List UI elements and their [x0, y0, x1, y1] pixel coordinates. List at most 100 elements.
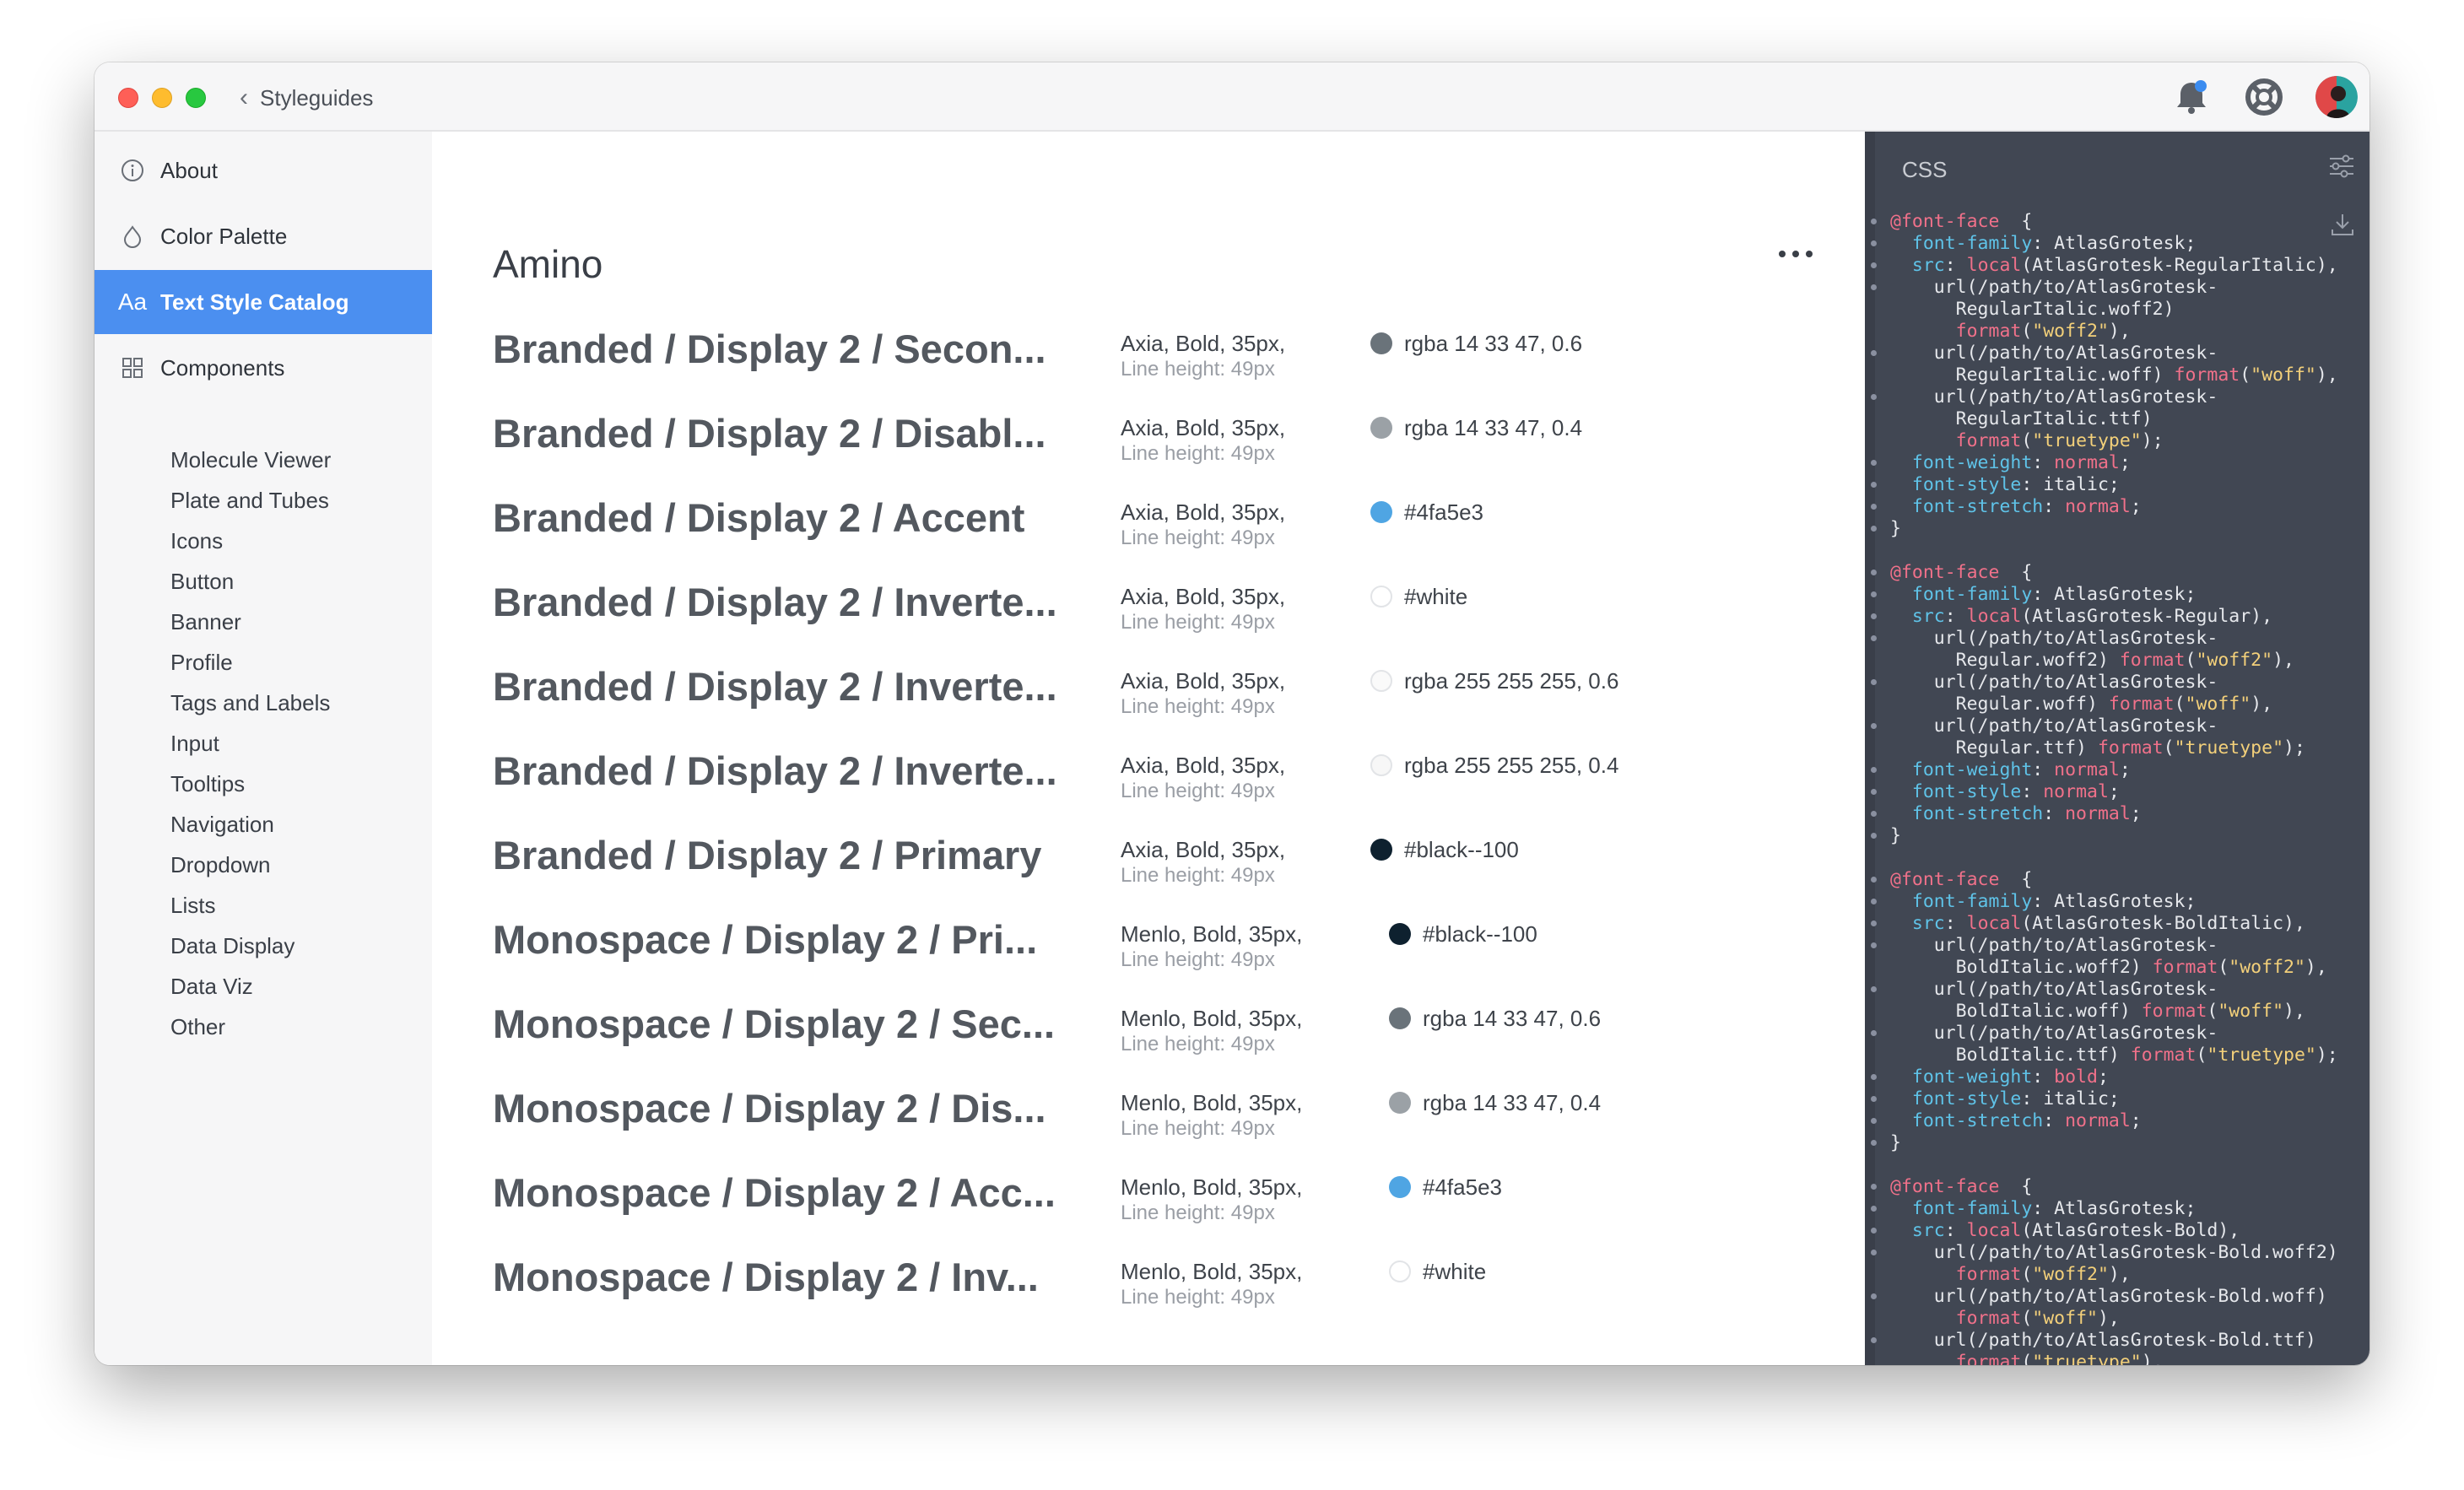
page-title: Amino [493, 242, 603, 286]
text-style-row[interactable]: Branded / Display 2 / Secon... Axia, Bold… [493, 326, 1809, 410]
text-style-row[interactable]: Branded / Display 2 / Inverte... Axia, Bo… [493, 663, 1809, 748]
text-style-row[interactable]: Branded / Display 2 / Inverte... Axia, Bo… [493, 748, 1809, 832]
code-token: src [1890, 913, 1945, 934]
code-line: src: local(AtlasGrotesk-Bold), [1871, 1220, 2363, 1242]
code-token: font-stretch [1890, 803, 2044, 824]
code-line: font-weight: bold; [1871, 1066, 2363, 1088]
code-token: ( [2218, 957, 2229, 978]
text-style-line-height: Line height: 49px [1121, 780, 1275, 802]
sidebar-subitem[interactable]: Button [170, 569, 234, 595]
text-style-row[interactable]: Branded / Display 2 / Disabl... Axia, Bol… [493, 410, 1809, 494]
code-line: font-family: AtlasGrotesk; [1871, 891, 2363, 913]
code-token: : [2043, 1110, 2066, 1131]
text-style-row[interactable]: Branded / Display 2 / Accent Axia, Bold, … [493, 494, 1809, 579]
sidebar-subitem[interactable]: Other [170, 1014, 225, 1040]
code-token: RegularItalic.woff2) [1890, 299, 2175, 320]
code-token: src [1890, 1220, 1945, 1241]
sidebar-subitem[interactable]: Tooltips [170, 771, 245, 797]
sidebar-subitem[interactable]: Dropdown [170, 852, 271, 878]
zoom-window-button[interactable] [186, 88, 206, 108]
sidebar-subitem[interactable]: Molecule Viewer [170, 447, 331, 473]
app-window: ‹ Styleguides About Color Palette Aa Tex… [95, 62, 2369, 1365]
gutter-marker [1871, 986, 1877, 992]
color-swatch [1370, 670, 1392, 692]
gutter-marker [1871, 240, 1877, 246]
sidebar-subitem[interactable]: Icons [170, 528, 223, 554]
sidebar-subitem[interactable]: Plate and Tubes [170, 488, 329, 514]
code-token: @font-face [1890, 1176, 2000, 1197]
text-style-line-height: Line height: 49px [1121, 358, 1275, 381]
code-token: normal [2065, 1110, 2131, 1131]
code-token: format [2141, 1001, 2207, 1022]
code-token: : [2032, 759, 2055, 780]
gutter-marker [1871, 1096, 1877, 1102]
code-token: font-weight [1890, 759, 2033, 780]
code-line: format("woff2"), [1890, 321, 2363, 343]
gutter-marker [1871, 899, 1877, 904]
sidebar-subitem[interactable]: Banner [170, 609, 241, 635]
code-token: ( [2240, 364, 2251, 386]
sidebar-subitem[interactable]: Profile [170, 650, 233, 676]
text-style-line-height: Line height: 49px [1121, 442, 1275, 465]
code-line: font-stretch: normal; [1871, 803, 2363, 825]
code-token: ); [2283, 737, 2305, 758]
code-token: url(/path/to/AtlasGrotesk- [1890, 715, 2218, 737]
code-token: ), [2315, 364, 2338, 386]
sidebar-item-color-palette[interactable]: Color Palette [95, 204, 432, 268]
code-line: url(/path/to/AtlasGrotesk- [1871, 343, 2363, 364]
text-style-font: Menlo, Bold, 35px, [1121, 921, 1303, 947]
sidebar-subitem[interactable]: Tags and Labels [170, 690, 330, 716]
text-style-row[interactable]: Monospace / Display 2 / Dis... Menlo, Bol… [493, 1085, 1809, 1169]
gutter-marker [1871, 613, 1877, 619]
sidebar-subitem[interactable]: Data Display [170, 933, 294, 959]
code-token: normal [2054, 759, 2120, 780]
text-style-font: Menlo, Bold, 35px, [1121, 1006, 1303, 1031]
text-style-row[interactable]: Monospace / Display 2 / Inv... Menlo, Bol… [493, 1254, 1809, 1338]
gutter-marker [1871, 635, 1877, 641]
minimize-window-button[interactable] [152, 88, 172, 108]
code-token: "woff" [2218, 1001, 2284, 1022]
more-options-icon[interactable] [1779, 241, 1813, 267]
code-gutter [1865, 132, 1875, 1365]
text-style-row[interactable]: Branded / Display 2 / Primary Axia, Bold,… [493, 832, 1809, 916]
code-token: font-style [1890, 781, 2022, 802]
code-line: BoldItalic.woff2) format("woff2"), [1890, 957, 2363, 979]
text-style-row[interactable]: Monospace / Display 2 / Pri... Menlo, Bol… [493, 916, 1809, 1001]
code-line: format("woff"), [1890, 1308, 2363, 1330]
text-style-row[interactable]: Branded / Display 2 / Inverte... Axia, Bo… [493, 579, 1809, 663]
sidebar-subitem[interactable]: Navigation [170, 812, 274, 838]
bell-icon[interactable] [2170, 76, 2213, 118]
sidebar-subitem[interactable]: Data Viz [170, 974, 253, 1000]
code-token: ; [2130, 496, 2142, 517]
gutter-marker [1871, 877, 1877, 883]
code-token: url(/path/to/AtlasGrotesk- [1890, 979, 2218, 1000]
close-window-button[interactable] [118, 88, 138, 108]
sidebar-subitem[interactable]: Lists [170, 893, 215, 919]
help-lifebuoy-icon[interactable] [2243, 76, 2285, 118]
text-style-row[interactable]: Monospace / Display 2 / Acc... Menlo, Bol… [493, 1169, 1809, 1254]
color-swatch [1389, 1092, 1411, 1114]
code-token: ), [2108, 321, 2131, 342]
code-line: } [1871, 518, 2363, 540]
text-style-row[interactable]: Monospace / Display 2 / Sec... Menlo, Bol… [493, 1001, 1809, 1085]
text-style-line-height: Line height: 49px [1121, 948, 1275, 971]
sidebar-subitem[interactable]: Input [170, 731, 219, 757]
sliders-icon[interactable] [2327, 152, 2356, 185]
code-token: normal [2043, 781, 2109, 802]
code-token: url(/path/to/AtlasGrotesk- [1890, 628, 2218, 649]
user-avatar[interactable] [2315, 76, 2358, 118]
code-token: ); [2315, 1045, 2338, 1066]
back-button[interactable]: ‹ Styleguides [240, 81, 373, 115]
sidebar-item-components[interactable]: Components [95, 336, 432, 400]
sidebar: About Color Palette Aa Text Style Catalo… [95, 132, 432, 1365]
code-token: format [2097, 737, 2164, 758]
code-line: url(/path/to/AtlasGrotesk- [1871, 1023, 2363, 1045]
code-token: format [2130, 1045, 2197, 1066]
sidebar-item-text-style-catalog[interactable]: Aa Text Style Catalog [95, 270, 432, 334]
code-line: url(/path/to/AtlasGrotesk- [1871, 715, 2363, 737]
code-token: ( [2196, 1045, 2207, 1066]
sidebar-item-about[interactable]: About [95, 138, 432, 202]
gutter-marker [1871, 811, 1877, 817]
code-token: ), [2141, 1352, 2164, 1365]
code-token: ( [2021, 430, 2033, 451]
